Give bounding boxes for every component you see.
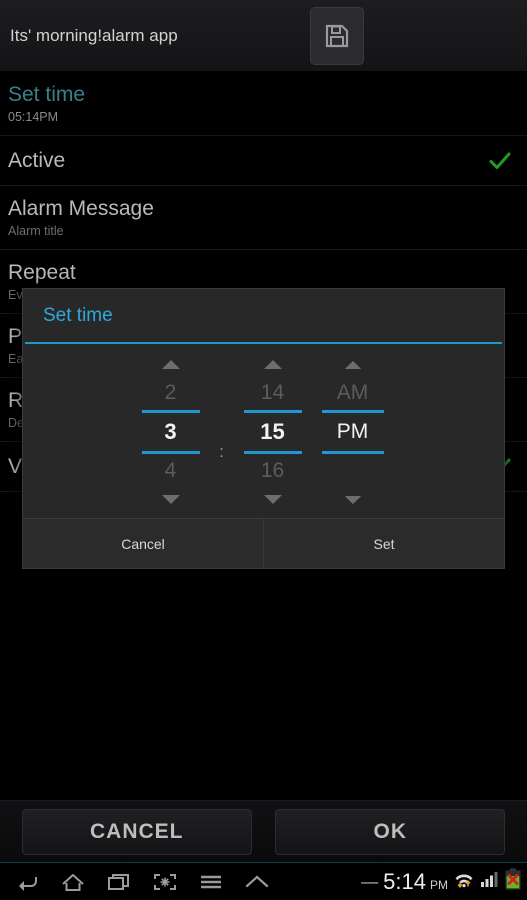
hour-spinner[interactable]: 2 3 4	[133, 352, 209, 512]
ampm-current-value[interactable]: PM	[311, 413, 395, 451]
hour-prev-value[interactable]: 2	[133, 376, 209, 410]
ampm-increment-button[interactable]	[343, 352, 363, 376]
menu-icon[interactable]	[196, 869, 226, 895]
dialog-title: Set time	[43, 304, 113, 326]
dialog-button-bar: Cancel Set	[23, 518, 504, 568]
minute-current-value[interactable]: 15	[235, 413, 311, 451]
set-time-dialog: Set time 2 3 4 : 14 15 16 AM PM Cancel S…	[22, 288, 505, 569]
screenshot-icon[interactable]	[150, 869, 180, 895]
hour-increment-button[interactable]	[160, 352, 182, 376]
dialog-cancel-button[interactable]: Cancel	[23, 519, 263, 568]
minute-decrement-button[interactable]	[262, 488, 284, 512]
status-dash: —	[361, 872, 379, 891]
dialog-set-button[interactable]: Set	[263, 519, 504, 568]
minute-spinner[interactable]: 14 15 16	[235, 352, 311, 512]
time-separator: :	[219, 442, 224, 461]
nav-icon-group	[0, 869, 272, 895]
ampm-spinner[interactable]: AM PM	[311, 352, 395, 512]
recents-icon[interactable]	[104, 869, 134, 895]
status-area: — 5:14 PM	[361, 868, 527, 895]
dialog-title-bar: Set time	[23, 289, 504, 342]
signal-bars-icon	[480, 869, 500, 894]
minute-next-value[interactable]: 16	[235, 454, 311, 488]
ampm-prev-value[interactable]: AM	[311, 376, 395, 410]
time-picker: 2 3 4 : 14 15 16 AM PM	[23, 352, 504, 512]
ampm-decrement-button[interactable]	[343, 488, 363, 512]
hour-current-value[interactable]: 3	[133, 413, 209, 451]
ok-button[interactable]: OK	[275, 808, 506, 855]
status-clock-ampm: PM	[430, 877, 448, 892]
chevron-up-icon[interactable]	[242, 869, 272, 895]
bottom-action-bar: CANCEL OK	[0, 800, 527, 862]
dialog-body: 2 3 4 : 14 15 16 AM PM	[23, 344, 504, 518]
battery-error-icon	[505, 868, 521, 895]
wifi-icon	[453, 869, 475, 894]
status-clock: 5:14	[383, 868, 426, 894]
back-icon[interactable]	[12, 869, 42, 895]
hour-next-value[interactable]: 4	[133, 454, 209, 488]
home-icon[interactable]	[58, 869, 88, 895]
ampm-next-value[interactable]	[311, 454, 395, 488]
minute-increment-button[interactable]	[262, 352, 284, 376]
cancel-button[interactable]: CANCEL	[21, 808, 252, 855]
system-navigation-bar: — 5:14 PM	[0, 862, 527, 900]
hour-decrement-button[interactable]	[160, 488, 182, 512]
minute-prev-value[interactable]: 14	[235, 376, 311, 410]
